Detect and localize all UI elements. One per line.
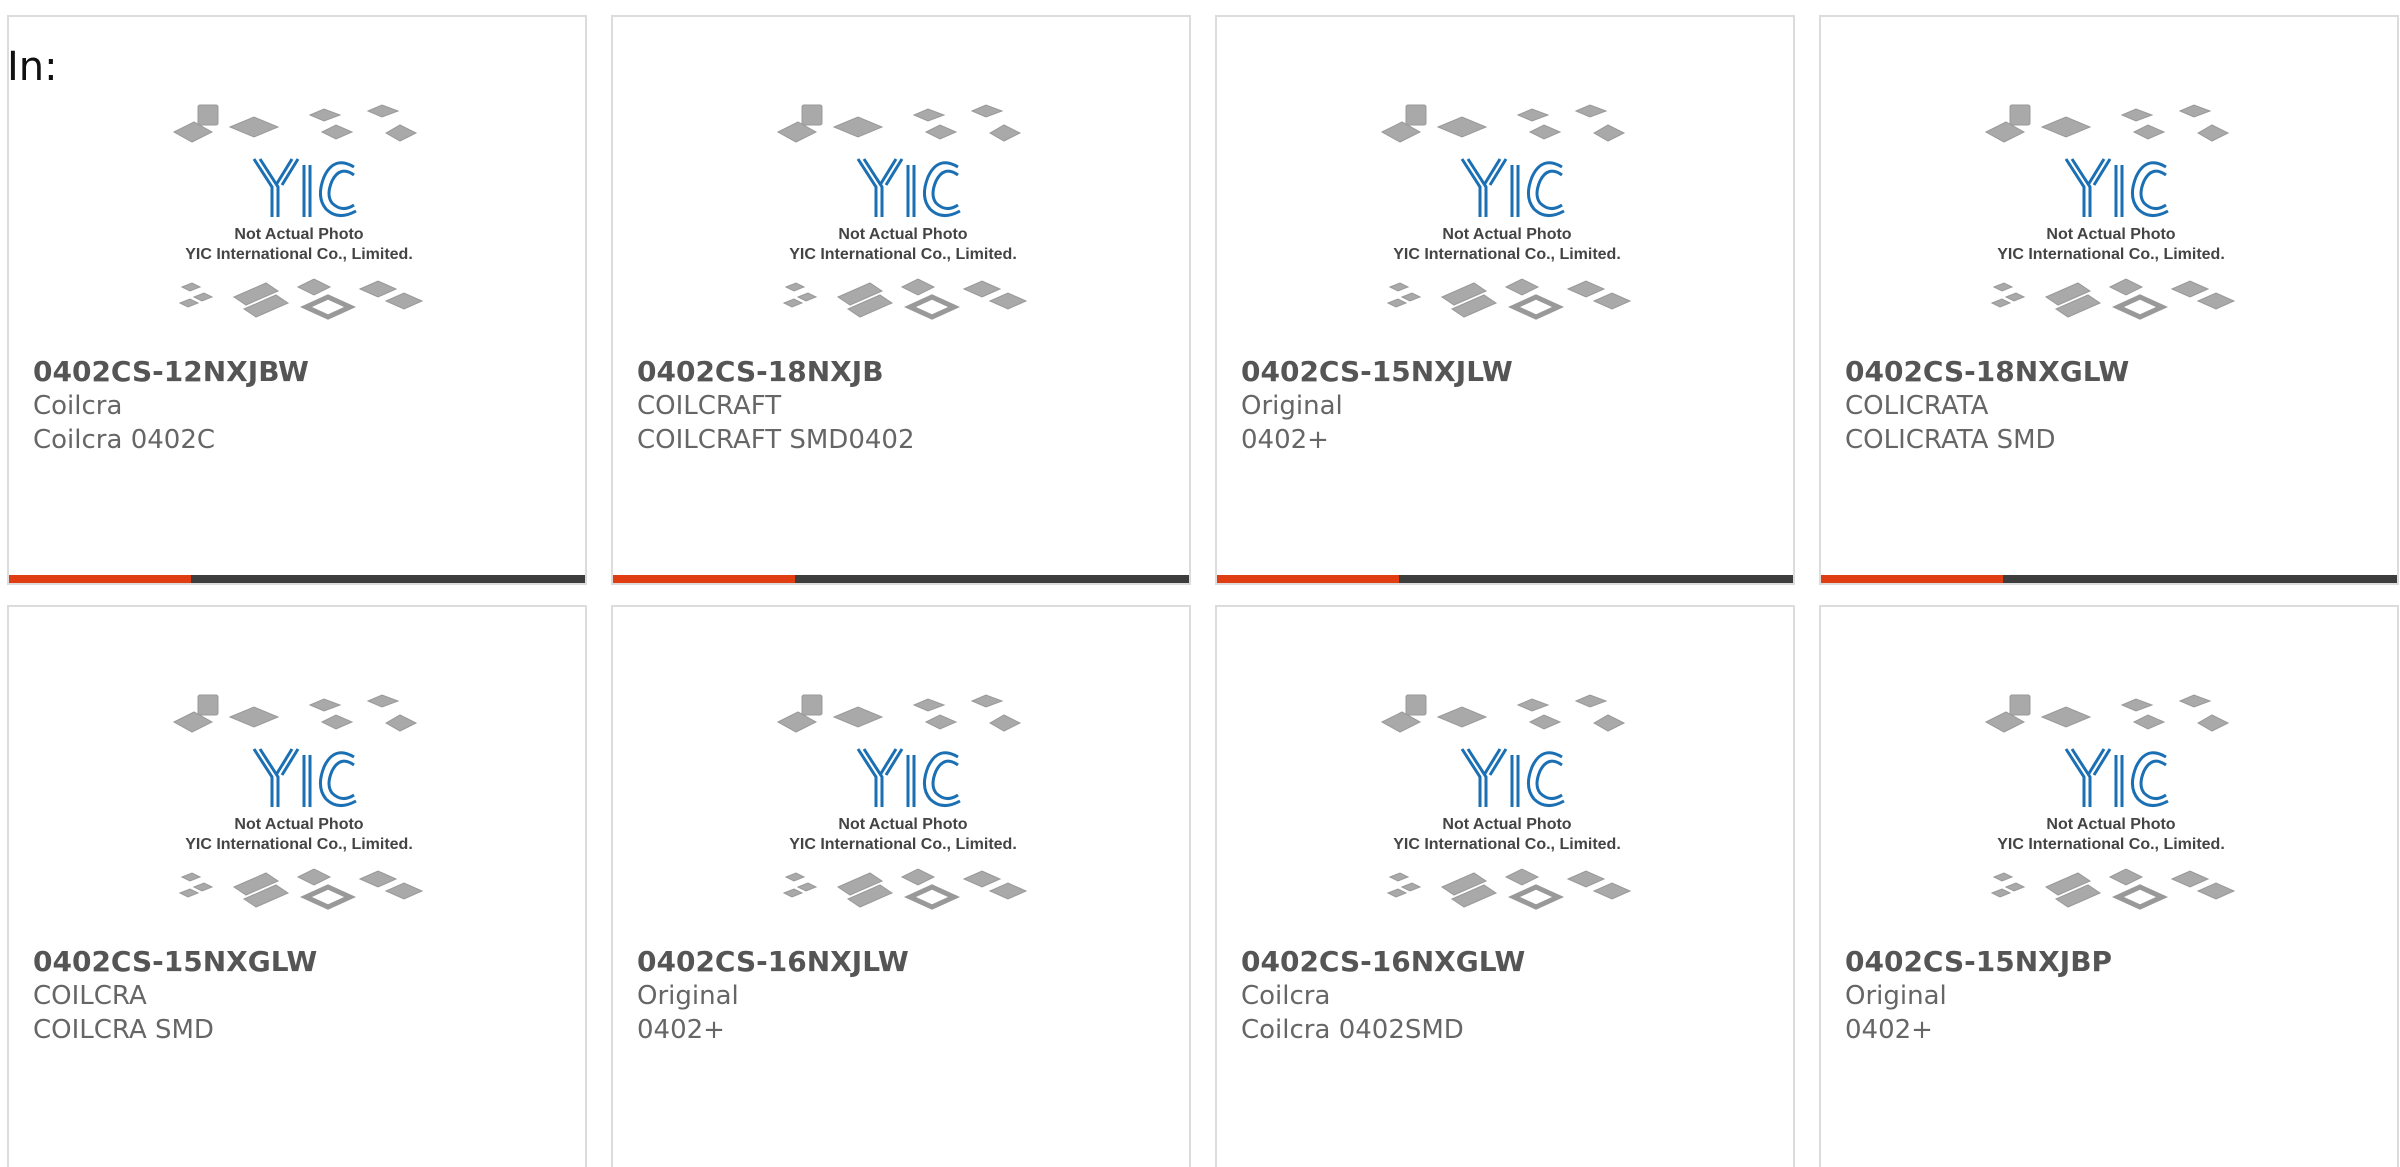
product-info: 0402CS-15NXJBP Original 0402+ xyxy=(1845,945,2112,1047)
placeholder-line2: YIC International Co., Limited. xyxy=(185,246,413,263)
brand-name: Coilcra xyxy=(33,391,123,421)
part-number[interactable]: 0402CS-16NXGLW xyxy=(1241,945,1525,979)
yic-logo-icon xyxy=(2064,748,2169,807)
product-placeholder-image: Not Actual Photo YIC International Co., … xyxy=(1984,694,2236,910)
brand-name: Original xyxy=(637,981,739,1011)
package-type: COILCRAFT SMD0402 xyxy=(637,425,915,455)
product-card[interactable]: Not Actual Photo YIC International Co., … xyxy=(1215,605,1795,1167)
filter-label: In: xyxy=(7,44,58,90)
product-placeholder-image: Not Actual Photo YIC International Co., … xyxy=(776,104,1028,320)
part-number[interactable]: 0402CS-15NXGLW xyxy=(33,945,317,979)
product-card[interactable]: Not Actual Photo YIC International Co., … xyxy=(1215,15,1795,585)
yic-logo-icon xyxy=(252,158,357,217)
chip-icons-bottom xyxy=(178,868,424,910)
card-progress-bar xyxy=(613,575,1189,583)
product-placeholder-image: Not Actual Photo YIC International Co., … xyxy=(1984,104,2236,320)
chip-icons-top xyxy=(1984,694,2230,733)
yic-logo-icon xyxy=(1460,748,1565,807)
package-type: 0402+ xyxy=(1845,1015,1933,1045)
chip-icons-top xyxy=(1380,694,1626,733)
part-number[interactable]: 0402CS-16NXJLW xyxy=(637,945,909,979)
placeholder-line1: Not Actual Photo xyxy=(2046,226,2175,243)
yic-logo-icon xyxy=(2064,158,2169,217)
card-progress-bar xyxy=(9,575,585,583)
placeholder-line2: YIC International Co., Limited. xyxy=(1393,246,1621,263)
product-info: 0402CS-16NXGLW Coilcra Coilcra 0402SMD xyxy=(1241,945,1525,1047)
part-number[interactable]: 0402CS-18NXJB xyxy=(637,355,915,389)
placeholder-line2: YIC International Co., Limited. xyxy=(1997,246,2225,263)
brand-name: COILCRAFT xyxy=(637,391,782,421)
card-progress-accent xyxy=(613,575,795,583)
brand-name: COILCRA xyxy=(33,981,147,1011)
brand-name: COLICRATA xyxy=(1845,391,1989,421)
package-type: 0402+ xyxy=(637,1015,725,1045)
chip-icons-bottom xyxy=(782,278,1028,320)
chip-icons-top xyxy=(172,104,418,143)
placeholder-line2: YIC International Co., Limited. xyxy=(185,836,413,853)
yic-logo-icon xyxy=(856,748,961,807)
card-progress-accent xyxy=(9,575,191,583)
product-info: 0402CS-16NXJLW Original 0402+ xyxy=(637,945,909,1047)
placeholder-line1: Not Actual Photo xyxy=(838,816,967,833)
product-info: 0402CS-15NXGLW COILCRA COILCRA SMD xyxy=(33,945,317,1047)
placeholder-line2: YIC International Co., Limited. xyxy=(789,836,1017,853)
product-placeholder-image: Not Actual Photo YIC International Co., … xyxy=(172,104,424,320)
product-placeholder-image: Not Actual Photo YIC International Co., … xyxy=(172,694,424,910)
brand-name: Coilcra xyxy=(1241,981,1331,1011)
product-card[interactable]: Not Actual Photo YIC International Co., … xyxy=(7,605,587,1167)
placeholder-line2: YIC International Co., Limited. xyxy=(1393,836,1621,853)
card-progress-accent xyxy=(1821,575,2003,583)
package-type: COLICRATA SMD xyxy=(1845,425,2056,455)
product-info: 0402CS-18NXJB COILCRAFT COILCRAFT SMD040… xyxy=(637,355,915,457)
yic-logo-icon xyxy=(1460,158,1565,217)
product-card[interactable]: Not Actual Photo YIC International Co., … xyxy=(7,15,587,585)
product-info: 0402CS-15NXJLW Original 0402+ xyxy=(1241,355,1513,457)
chip-icons-top xyxy=(776,694,1022,733)
yic-logo-icon xyxy=(856,158,961,217)
product-info: 0402CS-18NXGLW COLICRATA COLICRATA SMD xyxy=(1845,355,2129,457)
package-type: Coilcra 0402C xyxy=(33,425,216,455)
placeholder-line1: Not Actual Photo xyxy=(234,226,363,243)
card-progress-bar xyxy=(1217,575,1793,583)
chip-icons-bottom xyxy=(1386,868,1632,910)
card-progress-bar xyxy=(1821,575,2397,583)
package-type: Coilcra 0402SMD xyxy=(1241,1015,1464,1045)
part-number[interactable]: 0402CS-12NXJBW xyxy=(33,355,309,389)
placeholder-line1: Not Actual Photo xyxy=(2046,816,2175,833)
product-card[interactable]: Not Actual Photo YIC International Co., … xyxy=(1819,15,2399,585)
placeholder-line1: Not Actual Photo xyxy=(1442,226,1571,243)
chip-icons-top xyxy=(1984,104,2230,143)
package-type: COILCRA SMD xyxy=(33,1015,214,1045)
chip-icons-top xyxy=(172,694,418,733)
placeholder-line1: Not Actual Photo xyxy=(1442,816,1571,833)
part-number[interactable]: 0402CS-15NXJLW xyxy=(1241,355,1513,389)
placeholder-line2: YIC International Co., Limited. xyxy=(1997,836,2225,853)
product-grid-page: In: Not Actual Photo YIC International C… xyxy=(0,0,2400,1167)
brand-name: Original xyxy=(1241,391,1343,421)
card-progress-accent xyxy=(1217,575,1399,583)
chip-icons-top xyxy=(1380,104,1626,143)
product-card[interactable]: Not Actual Photo YIC International Co., … xyxy=(611,15,1191,585)
chip-icons-bottom xyxy=(1990,278,2236,320)
part-number[interactable]: 0402CS-18NXGLW xyxy=(1845,355,2129,389)
chip-icons-top xyxy=(776,104,1022,143)
yic-logo-icon xyxy=(252,748,357,807)
product-placeholder-image: Not Actual Photo YIC International Co., … xyxy=(1380,694,1632,910)
placeholder-line2: YIC International Co., Limited. xyxy=(789,246,1017,263)
product-grid: Not Actual Photo YIC International Co., … xyxy=(7,15,2399,1167)
brand-name: Original xyxy=(1845,981,1947,1011)
placeholder-line1: Not Actual Photo xyxy=(838,226,967,243)
product-placeholder-image: Not Actual Photo YIC International Co., … xyxy=(776,694,1028,910)
product-card[interactable]: Not Actual Photo YIC International Co., … xyxy=(1819,605,2399,1167)
placeholder-line1: Not Actual Photo xyxy=(234,816,363,833)
product-card[interactable]: Not Actual Photo YIC International Co., … xyxy=(611,605,1191,1167)
product-placeholder-image: Not Actual Photo YIC International Co., … xyxy=(1380,104,1632,320)
part-number[interactable]: 0402CS-15NXJBP xyxy=(1845,945,2112,979)
chip-icons-bottom xyxy=(1386,278,1632,320)
chip-icons-bottom xyxy=(178,278,424,320)
product-info: 0402CS-12NXJBW Coilcra Coilcra 0402C xyxy=(33,355,309,457)
package-type: 0402+ xyxy=(1241,425,1329,455)
chip-icons-bottom xyxy=(1990,868,2236,910)
chip-icons-bottom xyxy=(782,868,1028,910)
